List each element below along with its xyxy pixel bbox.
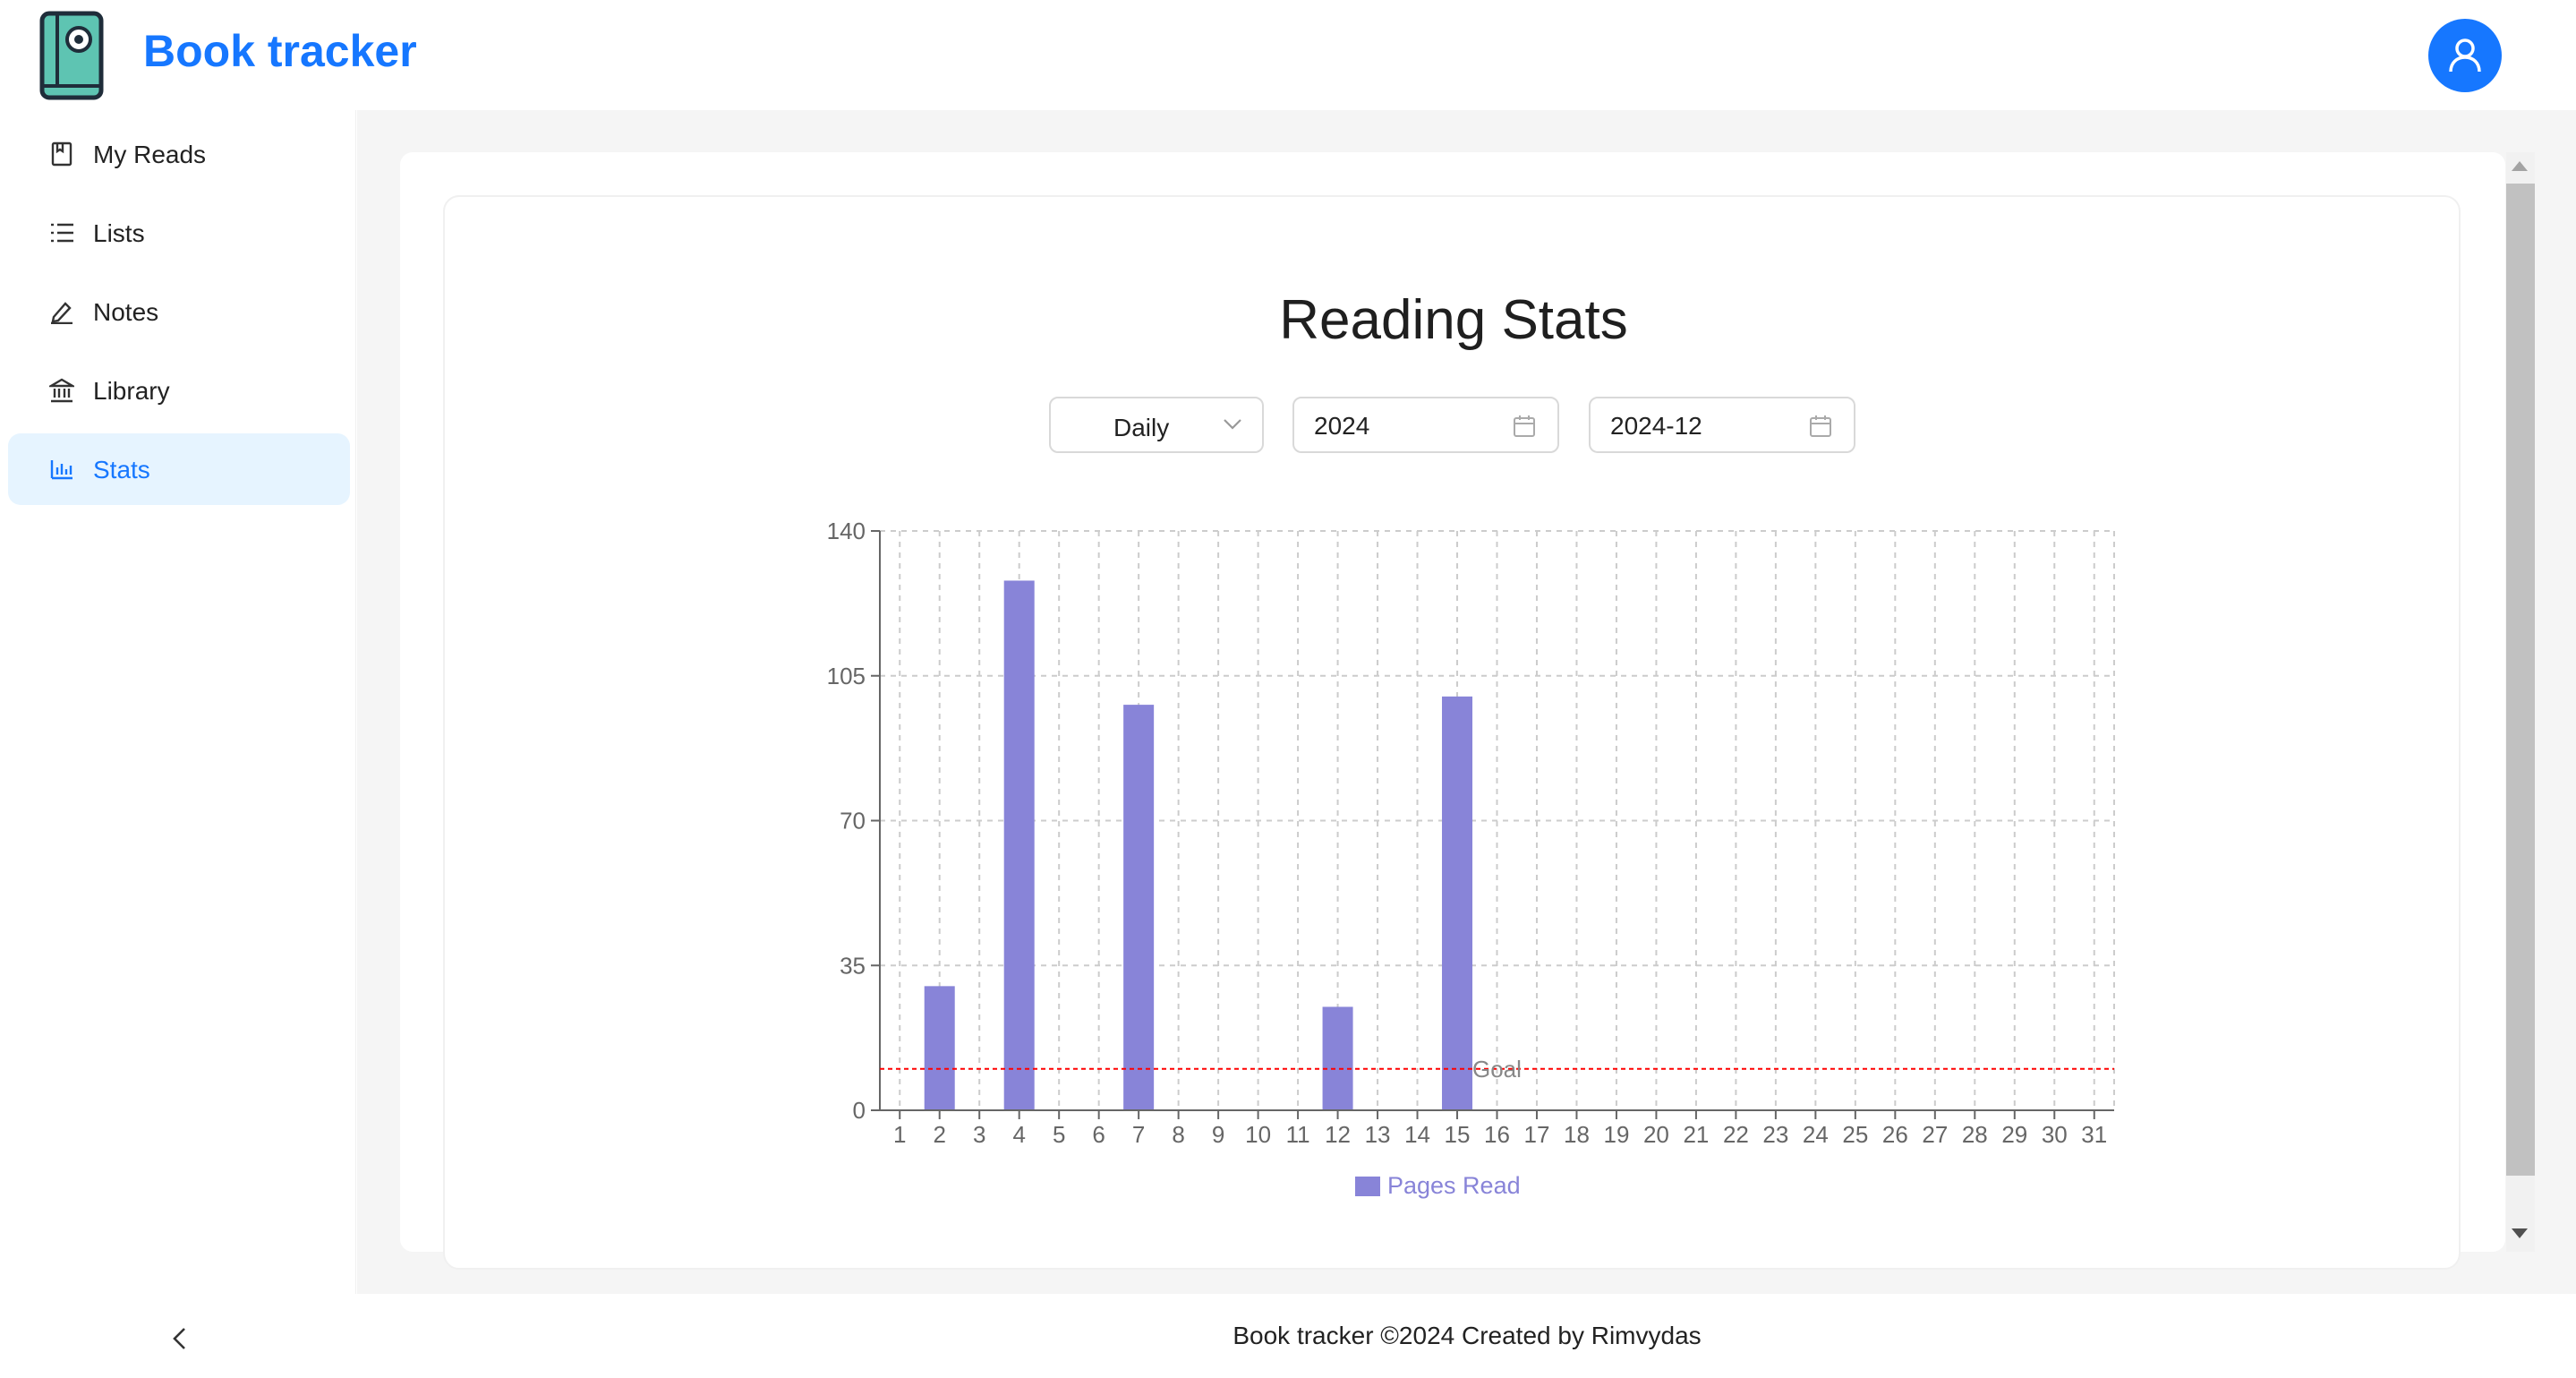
x-tick-label: 6: [1092, 1121, 1105, 1148]
x-tick-label: 7: [1132, 1121, 1145, 1148]
x-tick-label: 1: [893, 1121, 906, 1148]
x-tick-label: 31: [2081, 1121, 2107, 1148]
x-tick-label: 11: [1286, 1121, 1310, 1148]
x-tick-label: 3: [973, 1121, 985, 1148]
x-tick-label: 18: [1564, 1121, 1590, 1148]
x-tick-label: 16: [1484, 1121, 1510, 1148]
x-tick-label: 27: [1922, 1121, 1948, 1148]
x-tick-label: 10: [1245, 1121, 1271, 1148]
y-tick-label: 70: [840, 808, 866, 835]
x-tick-label: 21: [1683, 1121, 1709, 1148]
footer-text: Book tracker ©2024 Created by Rimvydas: [1233, 1322, 1702, 1349]
goal-label: Goal: [1472, 1056, 1522, 1083]
bar-day-12: [1322, 1006, 1353, 1110]
chevron-left-icon: [173, 1328, 185, 1349]
x-tick-label: 28: [1962, 1121, 1988, 1148]
x-tick-label: 24: [1803, 1121, 1829, 1148]
x-tick-label: 26: [1882, 1121, 1908, 1148]
y-tick-label: 140: [827, 518, 866, 544]
x-tick-label: 14: [1404, 1121, 1430, 1148]
x-tick-label: 19: [1603, 1121, 1629, 1148]
x-tick-label: 30: [2042, 1121, 2068, 1148]
legend-swatch: [1355, 1177, 1380, 1196]
x-tick-label: 4: [1012, 1121, 1025, 1148]
x-tick-label: 20: [1643, 1121, 1669, 1148]
bar-day-7: [1123, 705, 1155, 1110]
x-tick-label: 13: [1365, 1121, 1391, 1148]
x-tick-label: 8: [1172, 1121, 1184, 1148]
x-tick-label: 22: [1723, 1121, 1749, 1148]
scroll-down-arrow[interactable]: [2512, 1228, 2528, 1238]
x-tick-label: 17: [1524, 1121, 1550, 1148]
bar-day-2: [924, 986, 955, 1110]
reading-stats-chart: 035701051401 2 3 4 5 6 7 8 9 10 11 12 13 14 15 16 17 18 19…: [827, 518, 2115, 1199]
x-tick-label: 9: [1212, 1121, 1224, 1148]
legend-label: Pages Read: [1387, 1172, 1521, 1199]
sidebar-collapse-button[interactable]: [161, 1321, 197, 1357]
x-tick-label: 23: [1762, 1121, 1788, 1148]
scroll-up-arrow[interactable]: [2512, 161, 2528, 171]
y-tick-label: 35: [840, 952, 866, 979]
x-tick-label: 12: [1325, 1121, 1351, 1148]
y-tick-label: 0: [853, 1097, 866, 1124]
x-tick-label: 2: [933, 1121, 945, 1148]
x-tick-label: 5: [1053, 1121, 1065, 1148]
x-tick-label: 15: [1445, 1121, 1471, 1148]
bar-day-15: [1442, 696, 1473, 1110]
scrollbar-thumb[interactable]: [2506, 184, 2535, 1176]
y-tick-label: 105: [827, 663, 866, 689]
x-tick-label: 25: [1842, 1121, 1868, 1148]
x-tick-label: 29: [2001, 1121, 2027, 1148]
bar-day-4: [1003, 580, 1035, 1110]
